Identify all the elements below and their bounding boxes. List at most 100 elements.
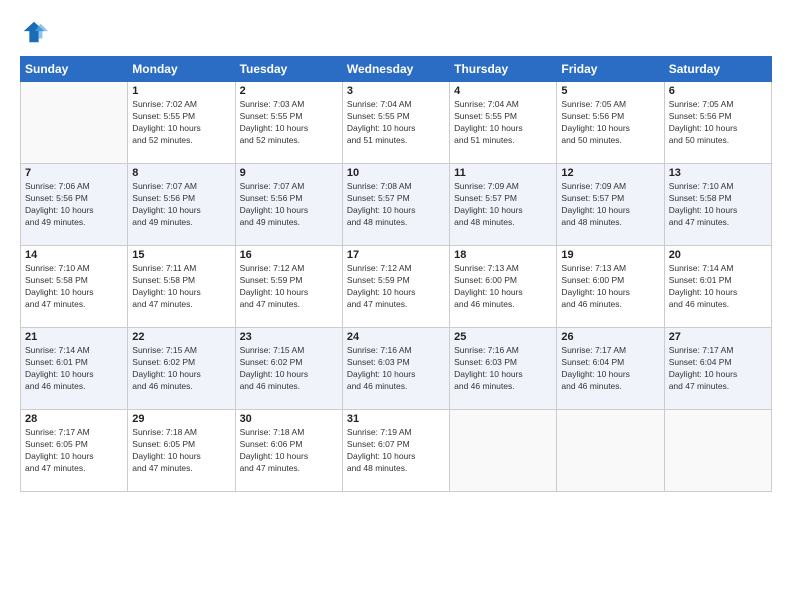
day-cell: 9 Sunrise: 7:07 AM Sunset: 5:56 PM Daylig… — [235, 164, 342, 246]
day-cell: 25Sunrise: 7:16 AM Sunset: 6:03 PM Dayli… — [450, 328, 557, 410]
day-cell: 16Sunrise: 7:12 AM Sunset: 5:59 PM Dayli… — [235, 246, 342, 328]
logo — [20, 18, 52, 46]
day-number: 31 — [347, 413, 445, 425]
day-number: 6 — [669, 85, 767, 97]
day-info: Sunrise: 7:13 AM Sunset: 6:00 PM Dayligh… — [454, 263, 552, 311]
col-header-tuesday: Tuesday — [235, 57, 342, 82]
day-info: Sunrise: 7:12 AM Sunset: 5:59 PM Dayligh… — [240, 263, 338, 311]
day-number: 20 — [669, 249, 767, 261]
day-info: Sunrise: 7:05 AM Sunset: 5:56 PM Dayligh… — [561, 99, 659, 147]
day-cell: 19 Sunrise: 7:13 AM Sunset: 6:00 PM Dayli… — [557, 246, 664, 328]
col-header-sunday: Sunday — [21, 57, 128, 82]
day-number: 24 — [347, 331, 445, 343]
day-number: 19 — [561, 249, 659, 261]
day-number: 27 — [669, 331, 767, 343]
day-info: Sunrise: 7:07 AM Sunset: 5:56 PM Dayligh… — [240, 181, 338, 229]
day-info: Sunrise: 7:07 AM Sunset: 5:56 PM Dayligh… — [132, 181, 230, 229]
day-cell: 4 Sunrise: 7:04 AM Sunset: 5:55 PM Daylig… — [450, 82, 557, 164]
day-cell: 10 Sunrise: 7:08 AM Sunset: 5:57 PM Dayli… — [342, 164, 449, 246]
day-cell: 12 Sunrise: 7:09 AM Sunset: 5:57 PM Dayli… — [557, 164, 664, 246]
day-cell: 15Sunrise: 7:11 AM Sunset: 5:58 PM Dayli… — [128, 246, 235, 328]
day-info: Sunrise: 7:17 AM Sunset: 6:04 PM Dayligh… — [561, 345, 659, 393]
day-info: Sunrise: 7:17 AM Sunset: 6:05 PM Dayligh… — [25, 427, 123, 475]
day-cell: 23 Sunrise: 7:15 AM Sunset: 6:02 PM Dayli… — [235, 328, 342, 410]
day-cell: 6 Sunrise: 7:05 AM Sunset: 5:56 PM Daylig… — [664, 82, 771, 164]
day-number: 14 — [25, 249, 123, 261]
page: SundayMondayTuesdayWednesdayThursdayFrid… — [0, 0, 792, 612]
day-cell: 1Sunrise: 7:02 AM Sunset: 5:55 PM Daylig… — [128, 82, 235, 164]
day-cell: 22Sunrise: 7:15 AM Sunset: 6:02 PM Dayli… — [128, 328, 235, 410]
day-info: Sunrise: 7:03 AM Sunset: 5:55 PM Dayligh… — [240, 99, 338, 147]
day-number: 3 — [347, 85, 445, 97]
logo-icon — [20, 18, 48, 46]
day-cell: 18 Sunrise: 7:13 AM Sunset: 6:00 PM Dayli… — [450, 246, 557, 328]
day-number: 12 — [561, 167, 659, 179]
day-info: Sunrise: 7:09 AM Sunset: 5:57 PM Dayligh… — [561, 181, 659, 229]
day-number: 22 — [132, 331, 230, 343]
day-number: 23 — [240, 331, 338, 343]
week-row-5: 28 Sunrise: 7:17 AM Sunset: 6:05 PM Dayli… — [21, 410, 772, 492]
day-number: 11 — [454, 167, 552, 179]
day-number: 5 — [561, 85, 659, 97]
day-number: 28 — [25, 413, 123, 425]
day-number: 4 — [454, 85, 552, 97]
day-cell — [21, 82, 128, 164]
week-row-3: 14 Sunrise: 7:10 AM Sunset: 5:58 PM Dayli… — [21, 246, 772, 328]
day-number: 30 — [240, 413, 338, 425]
day-info: Sunrise: 7:15 AM Sunset: 6:02 PM Dayligh… — [240, 345, 338, 393]
col-header-thursday: Thursday — [450, 57, 557, 82]
day-number: 9 — [240, 167, 338, 179]
day-cell: 14 Sunrise: 7:10 AM Sunset: 5:58 PM Dayli… — [21, 246, 128, 328]
day-info: Sunrise: 7:12 AM Sunset: 5:59 PM Dayligh… — [347, 263, 445, 311]
day-number: 21 — [25, 331, 123, 343]
day-info: Sunrise: 7:09 AM Sunset: 5:57 PM Dayligh… — [454, 181, 552, 229]
header-row: SundayMondayTuesdayWednesdayThursdayFrid… — [21, 57, 772, 82]
day-cell — [450, 410, 557, 492]
day-cell: 2Sunrise: 7:03 AM Sunset: 5:55 PM Daylig… — [235, 82, 342, 164]
day-number: 26 — [561, 331, 659, 343]
day-cell: 29 Sunrise: 7:18 AM Sunset: 6:05 PM Dayli… — [128, 410, 235, 492]
day-cell: 28 Sunrise: 7:17 AM Sunset: 6:05 PM Dayli… — [21, 410, 128, 492]
day-number: 15 — [132, 249, 230, 261]
day-cell: 26 Sunrise: 7:17 AM Sunset: 6:04 PM Dayli… — [557, 328, 664, 410]
day-cell: 24 Sunrise: 7:16 AM Sunset: 6:03 PM Dayli… — [342, 328, 449, 410]
day-info: Sunrise: 7:17 AM Sunset: 6:04 PM Dayligh… — [669, 345, 767, 393]
day-info: Sunrise: 7:19 AM Sunset: 6:07 PM Dayligh… — [347, 427, 445, 475]
col-header-wednesday: Wednesday — [342, 57, 449, 82]
week-row-2: 7 Sunrise: 7:06 AM Sunset: 5:56 PM Daylig… — [21, 164, 772, 246]
day-info: Sunrise: 7:16 AM Sunset: 6:03 PM Dayligh… — [347, 345, 445, 393]
day-info: Sunrise: 7:04 AM Sunset: 5:55 PM Dayligh… — [454, 99, 552, 147]
col-header-saturday: Saturday — [664, 57, 771, 82]
day-number: 25 — [454, 331, 552, 343]
day-number: 13 — [669, 167, 767, 179]
week-row-4: 21 Sunrise: 7:14 AM Sunset: 6:01 PM Dayli… — [21, 328, 772, 410]
day-number: 18 — [454, 249, 552, 261]
day-cell — [557, 410, 664, 492]
day-info: Sunrise: 7:06 AM Sunset: 5:56 PM Dayligh… — [25, 181, 123, 229]
day-number: 10 — [347, 167, 445, 179]
day-info: Sunrise: 7:14 AM Sunset: 6:01 PM Dayligh… — [25, 345, 123, 393]
day-number: 1 — [132, 85, 230, 97]
day-cell: 11 Sunrise: 7:09 AM Sunset: 5:57 PM Dayli… — [450, 164, 557, 246]
day-info: Sunrise: 7:04 AM Sunset: 5:55 PM Dayligh… — [347, 99, 445, 147]
day-info: Sunrise: 7:14 AM Sunset: 6:01 PM Dayligh… — [669, 263, 767, 311]
calendar: SundayMondayTuesdayWednesdayThursdayFrid… — [20, 56, 772, 492]
day-cell: 31 Sunrise: 7:19 AM Sunset: 6:07 PM Dayli… — [342, 410, 449, 492]
day-number: 8 — [132, 167, 230, 179]
day-cell: 27 Sunrise: 7:17 AM Sunset: 6:04 PM Dayli… — [664, 328, 771, 410]
day-cell: 30 Sunrise: 7:18 AM Sunset: 6:06 PM Dayli… — [235, 410, 342, 492]
day-cell: 13 Sunrise: 7:10 AM Sunset: 5:58 PM Dayli… — [664, 164, 771, 246]
day-info: Sunrise: 7:13 AM Sunset: 6:00 PM Dayligh… — [561, 263, 659, 311]
day-info: Sunrise: 7:10 AM Sunset: 5:58 PM Dayligh… — [25, 263, 123, 311]
day-info: Sunrise: 7:18 AM Sunset: 6:05 PM Dayligh… — [132, 427, 230, 475]
day-number: 7 — [25, 167, 123, 179]
day-info: Sunrise: 7:18 AM Sunset: 6:06 PM Dayligh… — [240, 427, 338, 475]
header — [20, 18, 772, 46]
day-info: Sunrise: 7:08 AM Sunset: 5:57 PM Dayligh… — [347, 181, 445, 229]
day-info: Sunrise: 7:05 AM Sunset: 5:56 PM Dayligh… — [669, 99, 767, 147]
day-cell — [664, 410, 771, 492]
day-info: Sunrise: 7:10 AM Sunset: 5:58 PM Dayligh… — [669, 181, 767, 229]
day-number: 17 — [347, 249, 445, 261]
day-number: 29 — [132, 413, 230, 425]
col-header-monday: Monday — [128, 57, 235, 82]
